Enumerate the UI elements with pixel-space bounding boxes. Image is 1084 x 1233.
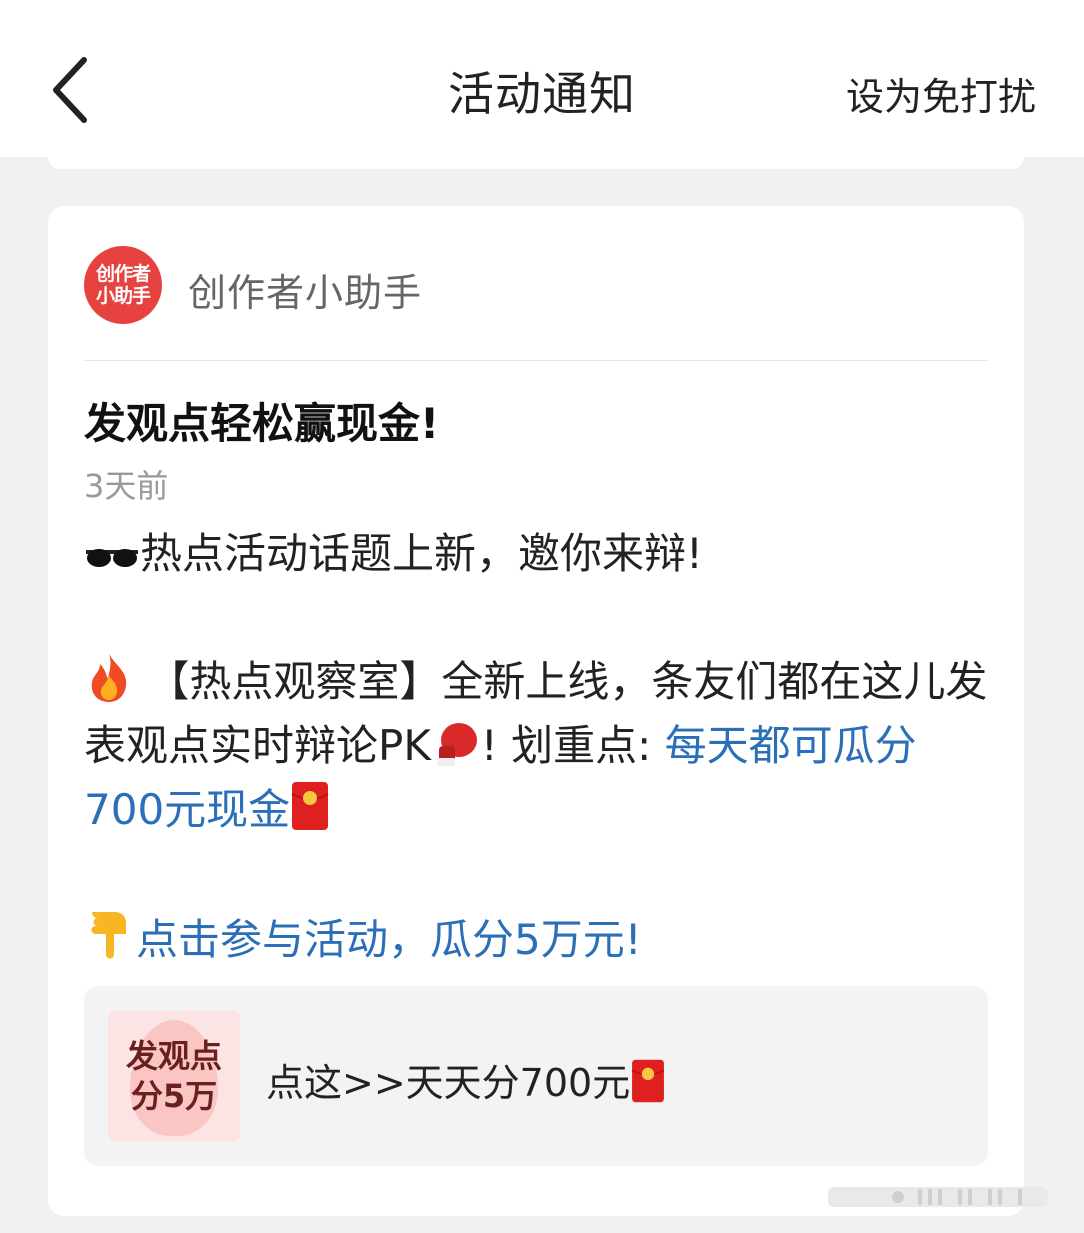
sunglasses-emoji bbox=[84, 536, 140, 576]
do-not-disturb-button[interactable]: 设为免打扰 bbox=[846, 66, 1036, 121]
body-line-1-text: 热点活动话题上新，邀你来辩! bbox=[140, 529, 703, 578]
cta-link[interactable]: 点击参与活动，瓜分5万元! bbox=[136, 915, 642, 964]
previous-card-edge bbox=[48, 157, 1024, 169]
body-paragraph-2: 【热点观察室】全新上线，条友们都在这儿发表观点实时辩论PK ! 划重点: 每天都… bbox=[84, 650, 994, 842]
avatar-text-line1: 创作者 bbox=[95, 263, 151, 285]
message-body: 热点活动话题上新，邀你来辩! 【热点观察室】全新上线，条友们都在这儿发表观点实时… bbox=[84, 522, 994, 972]
message-title: 发观点轻松赢现金! bbox=[84, 399, 440, 448]
watermark bbox=[828, 1183, 1058, 1211]
body-line-1: 热点活动话题上新，邀你来辩! bbox=[84, 522, 994, 586]
thumbnail-text: 发观点 分5万 bbox=[108, 1036, 240, 1116]
activity-link-text: 点这>>天天分700元 bbox=[266, 1061, 631, 1105]
sender-name[interactable]: 创作者小助手 bbox=[188, 262, 422, 317]
notification-card: 创作者 小助手 创作者小助手 发观点轻松赢现金! 3天前 热点活动话题上新，邀你… bbox=[48, 206, 1024, 1216]
activity-link-card[interactable]: 发观点 分5万 点这>>天天分700元 bbox=[84, 986, 988, 1166]
thumbnail-line2: 分5万 bbox=[130, 1077, 218, 1115]
message-time: 3天前 bbox=[84, 467, 169, 505]
thumbnail-line1: 发观点 bbox=[125, 1037, 222, 1075]
activity-link-label: 点这>>天天分700元 bbox=[266, 1052, 666, 1107]
body-paragraph-2-mid: ! 划重点: bbox=[480, 721, 665, 770]
cta-line: 点击参与活动，瓜分5万元! bbox=[84, 906, 994, 972]
sender-row: 创作者 小助手 创作者小助手 bbox=[84, 246, 984, 326]
red-envelope-emoji bbox=[290, 780, 330, 832]
boxing-glove-emoji bbox=[431, 718, 481, 768]
fire-emoji bbox=[84, 652, 134, 704]
top-nav-bar: 活动通知 设为免打扰 bbox=[0, 0, 1084, 157]
avatar-text-line2: 小助手 bbox=[95, 285, 151, 307]
divider bbox=[84, 360, 988, 361]
red-envelope-emoji bbox=[630, 1058, 666, 1104]
avatar[interactable]: 创作者 小助手 bbox=[84, 246, 162, 324]
pointing-down-emoji bbox=[84, 906, 136, 962]
activity-thumbnail: 发观点 分5万 bbox=[108, 1010, 240, 1142]
